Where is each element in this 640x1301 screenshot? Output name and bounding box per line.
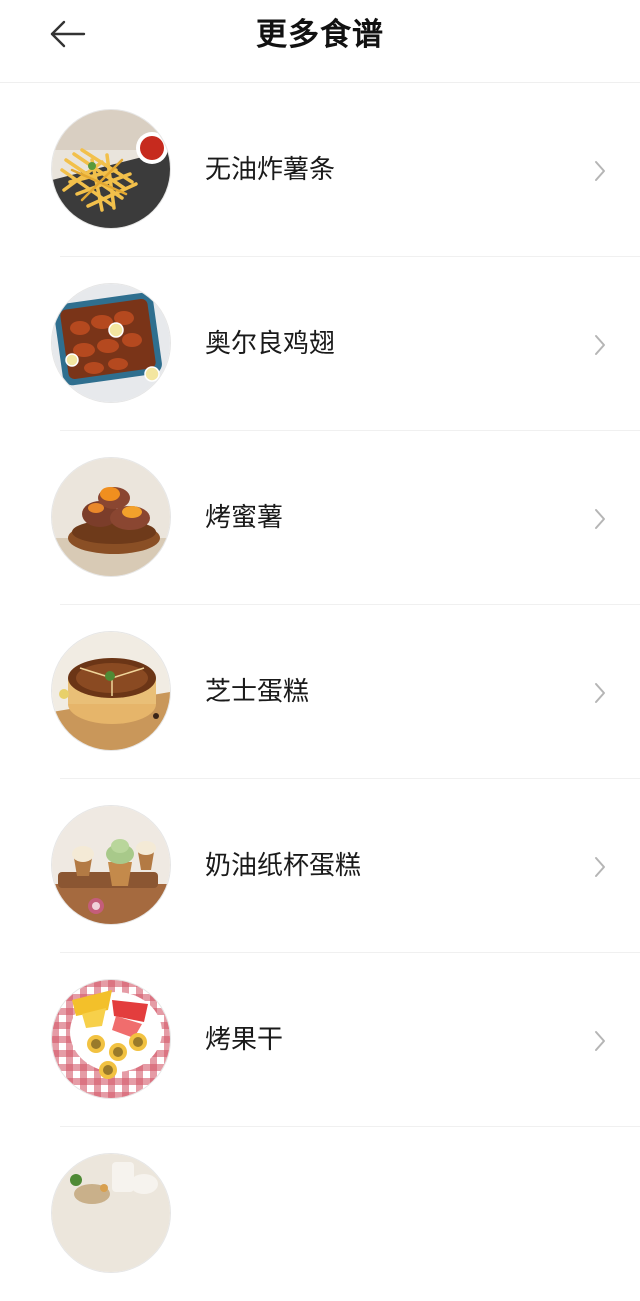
- chevron-right-icon: [595, 161, 605, 181]
- chevron-right-icon: [595, 683, 605, 703]
- list-item-sweet-potato[interactable]: 烤蜜薯: [0, 431, 640, 605]
- app-header: 更多食谱: [0, 0, 640, 83]
- page-title: 更多食谱: [256, 17, 384, 53]
- chicken-wings-image: [52, 284, 170, 402]
- dried-fruit-image: [52, 980, 170, 1098]
- recipe-label: 烤果干: [205, 1025, 284, 1055]
- list-item-dried-fruit[interactable]: 烤果干: [0, 953, 640, 1127]
- cupcake-image: [52, 806, 170, 924]
- recipe-label: 奶油纸杯蛋糕: [205, 851, 362, 881]
- partial-recipe-image: [52, 1154, 170, 1272]
- recipe-list: 无油炸薯条 奥尔良鸡翅 烤蜜薯 芝士蛋糕 奶油纸杯蛋糕 烤果干: [0, 83, 640, 1301]
- chevron-right-icon: [595, 335, 605, 355]
- list-item-partial[interactable]: [0, 1127, 640, 1301]
- list-item-cheesecake[interactable]: 芝士蛋糕: [0, 605, 640, 779]
- list-item-fries[interactable]: 无油炸薯条: [0, 83, 640, 257]
- recipe-label: 奥尔良鸡翅: [205, 329, 336, 359]
- chevron-right-icon: [595, 857, 605, 877]
- cheesecake-image: [52, 632, 170, 750]
- chevron-right-icon: [595, 509, 605, 529]
- sweet-potato-image: [52, 458, 170, 576]
- list-item-chicken-wings[interactable]: 奥尔良鸡翅: [0, 257, 640, 431]
- list-item-cupcake[interactable]: 奶油纸杯蛋糕: [0, 779, 640, 953]
- recipe-label: 烤蜜薯: [205, 503, 284, 533]
- recipe-label: 芝士蛋糕: [205, 677, 310, 707]
- recipe-label: 无油炸薯条: [205, 155, 336, 185]
- chevron-right-icon: [595, 1031, 605, 1051]
- fries-image: [52, 110, 170, 228]
